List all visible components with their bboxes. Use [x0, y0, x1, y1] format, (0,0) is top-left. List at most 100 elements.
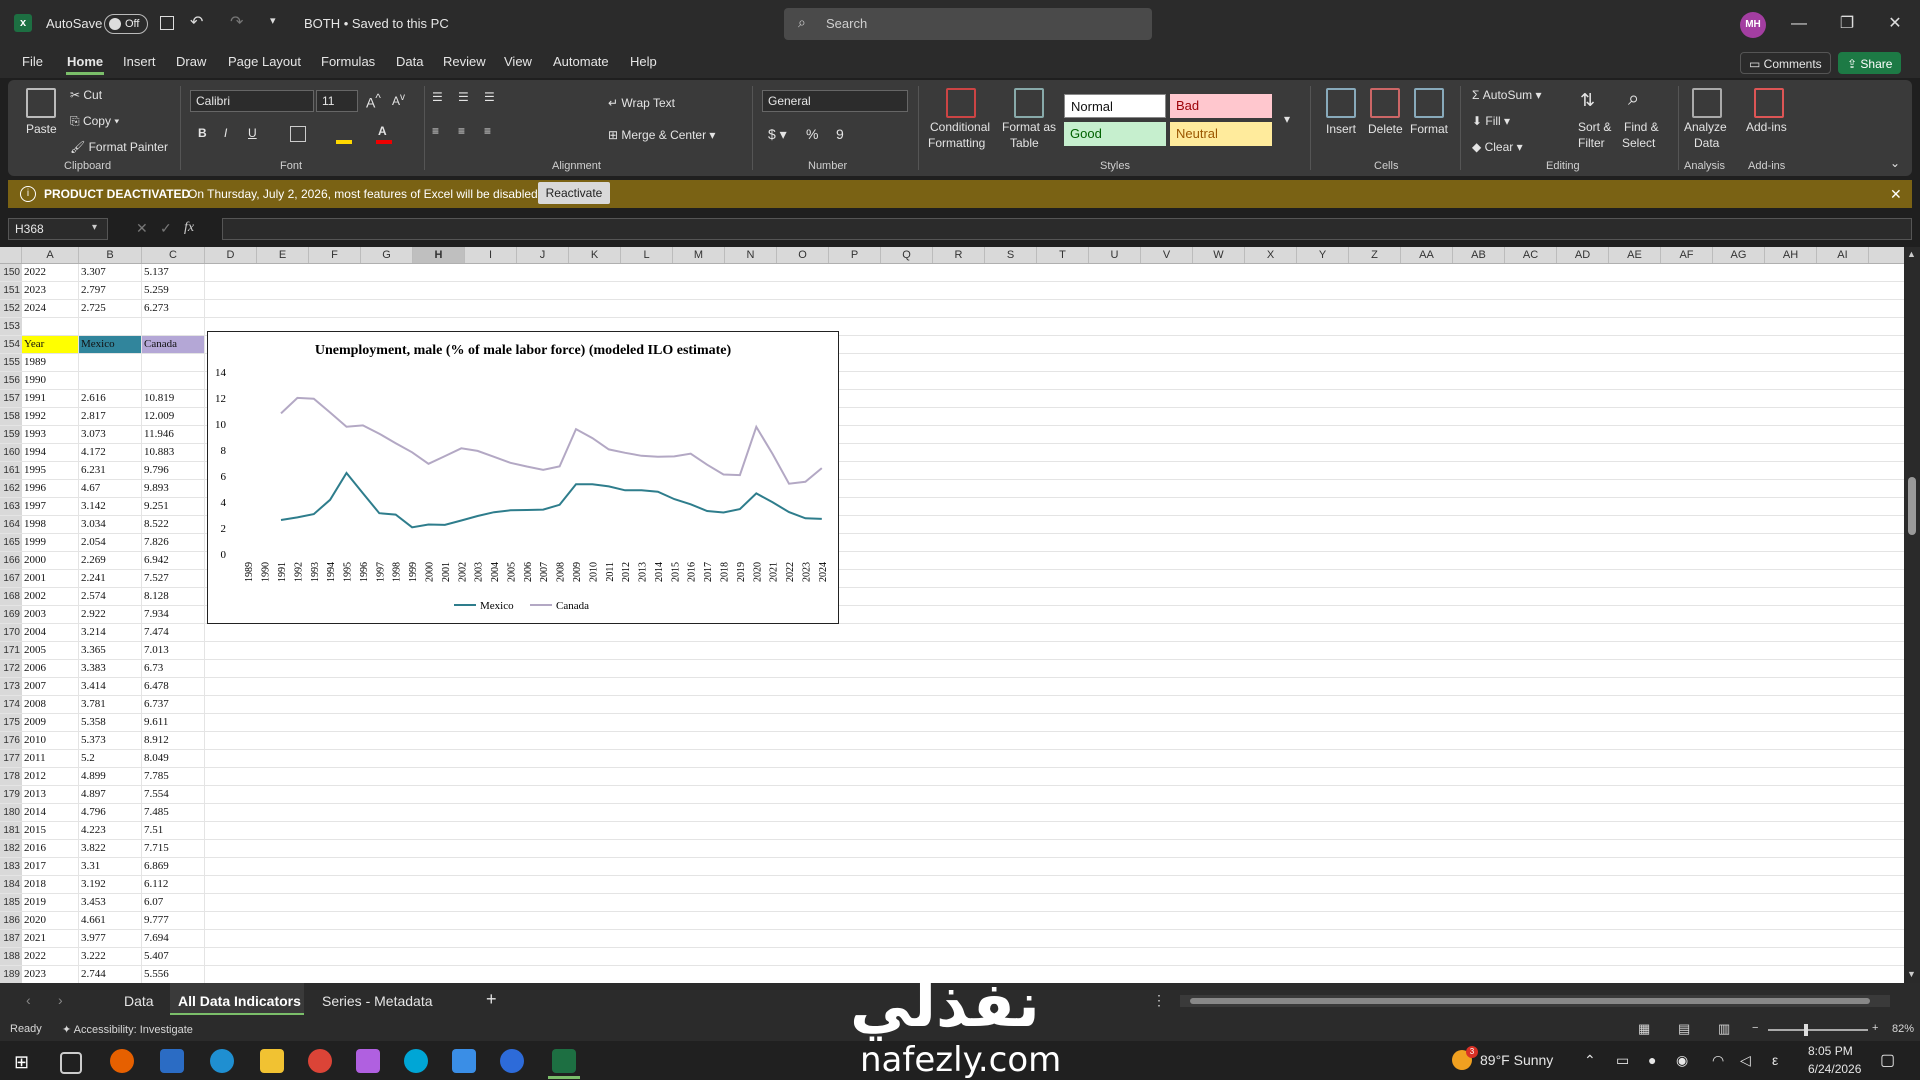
row-number[interactable]: 151	[0, 282, 22, 299]
bold-icon[interactable]: B	[198, 126, 207, 140]
align-top-icon[interactable]: ☰	[432, 90, 443, 104]
next-sheet-icon[interactable]: ›	[58, 992, 63, 1008]
align-right-icon[interactable]: ≡	[484, 124, 491, 138]
column-header-ai[interactable]: AI	[1817, 247, 1869, 263]
row-number[interactable]: 189	[0, 966, 22, 983]
cell-c[interactable]: 6.869	[142, 858, 205, 875]
autosum-button[interactable]: Σ AutoSum ▾	[1472, 88, 1541, 102]
cell-a[interactable]: 1996	[22, 480, 79, 497]
cell-b[interactable]: 2.817	[79, 408, 142, 425]
minimize-icon[interactable]: —	[1776, 10, 1822, 38]
row-number[interactable]: 176	[0, 732, 22, 749]
more-options-icon[interactable]: ⋮	[1152, 992, 1166, 1009]
cell-a[interactable]: 2001	[22, 570, 79, 587]
cell-b[interactable]	[79, 354, 142, 371]
row-number[interactable]: 187	[0, 930, 22, 947]
notifications-icon[interactable]: ▢	[1880, 1050, 1895, 1070]
tab-formulas[interactable]: Formulas	[321, 54, 375, 69]
zoom-out-icon[interactable]: −	[1752, 1022, 1758, 1034]
tab-file[interactable]: File	[22, 54, 43, 69]
cell-a[interactable]: 2014	[22, 804, 79, 821]
cell-b[interactable]: 2.725	[79, 300, 142, 317]
cell-c[interactable]: 9.611	[142, 714, 205, 731]
scroll-down-icon[interactable]: ▼	[1907, 969, 1916, 979]
cell-a[interactable]: 2010	[22, 732, 79, 749]
row-number[interactable]: 180	[0, 804, 22, 821]
row-number[interactable]: 157	[0, 390, 22, 407]
page-layout-view-icon[interactable]: ▤	[1678, 1021, 1690, 1037]
column-header-z[interactable]: Z	[1349, 247, 1401, 263]
column-header-e[interactable]: E	[257, 247, 309, 263]
cell-c[interactable]: 7.51	[142, 822, 205, 839]
column-header-af[interactable]: AF	[1661, 247, 1713, 263]
cell-b[interactable]: 4.796	[79, 804, 142, 821]
column-header-o[interactable]: O	[777, 247, 829, 263]
cell-a[interactable]: 1995	[22, 462, 79, 479]
cell-a[interactable]: 2004	[22, 624, 79, 641]
cell-a[interactable]: 2003	[22, 606, 79, 623]
delete-cells-button[interactable]: Delete	[1368, 122, 1403, 136]
cell-a[interactable]: 2022	[22, 948, 79, 965]
tab-page-layout[interactable]: Page Layout	[228, 54, 301, 69]
cell-c[interactable]: 6.737	[142, 696, 205, 713]
align-left-icon[interactable]: ≡	[432, 124, 439, 138]
zoom-slider[interactable]	[1768, 1029, 1868, 1031]
cell-c[interactable]	[142, 354, 205, 371]
volume-icon[interactable]: ◁	[1740, 1052, 1751, 1069]
m365-icon[interactable]	[356, 1049, 380, 1073]
cell-b[interactable]: 3.307	[79, 264, 142, 281]
cell-b[interactable]: 5.373	[79, 732, 142, 749]
column-header-b[interactable]: B	[79, 247, 142, 263]
column-header-u[interactable]: U	[1089, 247, 1141, 263]
cell-a[interactable]: 2020	[22, 912, 79, 929]
add-ins-button[interactable]: Add-ins	[1746, 120, 1787, 134]
row-number[interactable]: 177	[0, 750, 22, 767]
row-number[interactable]: 185	[0, 894, 22, 911]
cell-c[interactable]: 7.474	[142, 624, 205, 641]
row-number[interactable]: 179	[0, 786, 22, 803]
excel-taskbar-icon[interactable]	[552, 1049, 576, 1073]
font-color-icon[interactable]: A	[378, 124, 387, 138]
align-middle-icon[interactable]: ☰	[458, 90, 469, 104]
sort-filter-icon[interactable]: ⇅	[1580, 90, 1595, 111]
user-avatar[interactable]: MH	[1740, 12, 1766, 38]
cell-a[interactable]: 2023	[22, 282, 79, 299]
cell-a[interactable]: 2005	[22, 642, 79, 659]
find-select-button[interactable]: Find &	[1624, 120, 1659, 134]
row-number[interactable]: 164	[0, 516, 22, 533]
cell-b[interactable]: 3.383	[79, 660, 142, 677]
row-number[interactable]: 186	[0, 912, 22, 929]
cell-b[interactable]: 2.269	[79, 552, 142, 569]
accessibility-status[interactable]: ✦ Accessibility: Investigate	[62, 1023, 193, 1036]
cell-c[interactable]: 5.407	[142, 948, 205, 965]
row-number[interactable]: 159	[0, 426, 22, 443]
cell-a[interactable]: 2008	[22, 696, 79, 713]
zoom-slider-thumb[interactable]	[1804, 1024, 1808, 1036]
analyze-data-icon[interactable]	[1692, 88, 1722, 118]
cell-c[interactable]: 7.694	[142, 930, 205, 947]
cell-b[interactable]: 2.616	[79, 390, 142, 407]
column-header-ab[interactable]: AB	[1453, 247, 1505, 263]
cell-a[interactable]: 2022	[22, 264, 79, 281]
row-number[interactable]: 150	[0, 264, 22, 281]
firefox-icon[interactable]	[110, 1049, 134, 1073]
cell-a[interactable]: 2018	[22, 876, 79, 893]
search-box[interactable]: ⌕ Search	[784, 8, 1152, 40]
italic-icon[interactable]: I	[224, 126, 227, 140]
cell-a[interactable]: 2002	[22, 588, 79, 605]
row-number[interactable]: 184	[0, 876, 22, 893]
column-header-s[interactable]: S	[985, 247, 1037, 263]
tab-data[interactable]: Data	[396, 54, 423, 69]
row-number[interactable]: 175	[0, 714, 22, 731]
cell-b[interactable]: 2.744	[79, 966, 142, 983]
format-cells-icon[interactable]	[1414, 88, 1444, 118]
copy-button[interactable]: ⎘ Copy ▾	[70, 114, 119, 129]
align-center-icon[interactable]: ≡	[458, 124, 465, 138]
row-number[interactable]: 158	[0, 408, 22, 425]
cell-c[interactable]: 8.128	[142, 588, 205, 605]
format-as-table-icon[interactable]	[1014, 88, 1044, 118]
tab-view[interactable]: View	[504, 54, 532, 69]
tab-insert[interactable]: Insert	[123, 54, 156, 69]
underline-icon[interactable]: U	[248, 126, 257, 140]
row-number[interactable]: 170	[0, 624, 22, 641]
